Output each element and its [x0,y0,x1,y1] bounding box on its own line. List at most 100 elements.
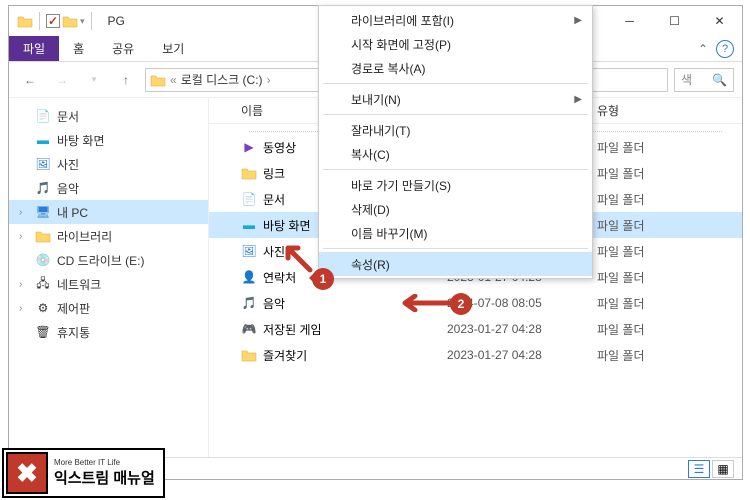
thumbnails-view-button[interactable]: ▦ [712,460,734,478]
close-button[interactable]: ✕ [697,6,742,36]
ctx-create-shortcut[interactable]: 바로 가기 만들기(S) [319,173,592,197]
menu-separator [323,169,588,170]
maximize-button[interactable]: ☐ [652,6,697,36]
sidebar-item-network[interactable]: › 🖧 네트워크 [9,272,208,296]
ctx-label: 라이브러리에 포함(I) [351,12,454,29]
video-icon: ▶ [241,140,257,154]
file-name: 바탕 화면 [263,217,311,234]
file-date: 2023-01-27 04:28 [447,322,597,336]
music-icon: 🎵 [35,181,51,195]
pc-icon: 🖥 [35,205,51,219]
ctx-label: 바로 가기 만들기(S) [351,177,451,194]
ctx-rename[interactable]: 이름 바꾸기(M) [319,221,592,245]
expand-icon[interactable]: › [19,303,22,314]
sidebar-item-label: 라이브러리 [57,228,112,245]
pictures-icon: 🖼 [241,244,257,258]
ctx-send-to[interactable]: 보내기(N) ▶ [319,87,592,111]
file-type: 파일 폴더 [597,139,677,156]
file-row[interactable]: 즐겨찾기 2023-01-27 04:28 파일 폴더 [209,342,742,368]
file-type: 파일 폴더 [597,347,677,364]
music-icon: 🎵 [241,296,257,310]
search-input[interactable]: 색 🔍 [674,68,734,92]
separator [39,12,40,30]
sidebar-item-label: 문서 [57,108,79,125]
file-name: 저장된 게임 [263,321,322,338]
sidebar-item-recyclebin[interactable]: 🗑 휴지통 [9,320,208,344]
folder-icon [150,73,166,87]
folder-icon [17,14,33,28]
file-name: 즐겨찾기 [263,347,307,364]
file-row[interactable]: 🎵음악 2024-07-08 08:05 파일 폴더 [209,290,742,316]
sidebar-item-label: 휴지통 [57,324,90,341]
ctx-pin-start[interactable]: 시작 화면에 고정(P) [319,32,592,56]
logo-title: 익스트림 매뉴얼 [54,467,155,488]
ctx-label: 이름 바꾸기(M) [351,225,428,242]
sidebar-item-label: 내 PC [57,204,88,221]
sidebar: 📄 문서 ▬ 바탕 화면 🖼 사진 🎵 음악 › 🖥 내 PC › [9,98,209,457]
file-name: 동영상 [263,139,296,156]
sidebar-item-thispc[interactable]: › 🖥 내 PC [9,200,208,224]
ctx-cut[interactable]: 잘라내기(T) [319,118,592,142]
search-placeholder: 색 [681,71,692,88]
column-type[interactable]: 유형 [597,102,677,119]
dropdown-icon[interactable]: ▾ [80,16,85,27]
trash-icon: 🗑 [35,325,51,339]
forward-button[interactable]: → [49,67,75,93]
sidebar-item-desktop[interactable]: ▬ 바탕 화면 [9,128,208,152]
chevron-icon[interactable]: « [170,73,177,87]
contacts-icon: 👤 [241,270,257,284]
ctx-label: 복사(C) [351,146,390,163]
ctx-label: 속성(R) [351,256,390,273]
folder-icon [62,14,78,28]
sidebar-item-cddrive[interactable]: 💿 CD 드라이브 (E:) [9,248,208,272]
chevron-right-icon[interactable]: › [267,73,271,87]
folder-icon [241,166,257,180]
menu-separator [323,248,588,249]
expand-icon[interactable]: › [19,207,22,218]
tab-home[interactable]: 홈 [59,36,98,61]
ctx-delete[interactable]: 삭제(D) [319,197,592,221]
up-button[interactable]: ↑ [113,67,139,93]
chevron-up-icon[interactable]: ⌃ [694,42,712,56]
minimize-button[interactable]: ─ [607,6,652,36]
file-row[interactable]: 🎮 저장된 게임 2023-01-27 04:28 파일 폴더 [209,316,742,342]
sidebar-item-label: 바탕 화면 [57,132,105,149]
expand-icon[interactable]: › [19,279,22,290]
network-icon: 🖧 [35,277,51,291]
ctx-copy-path[interactable]: 경로로 복사(A) [319,56,592,80]
expand-icon[interactable]: › [19,231,22,242]
file-date: 2023-01-27 04:28 [447,348,597,362]
annotation-badge-2: 2 [450,293,472,315]
ctx-label: 삭제(D) [351,201,390,218]
file-type: 파일 폴더 [597,269,677,286]
tab-file[interactable]: 파일 [9,36,59,61]
file-type: 파일 폴더 [597,217,677,234]
history-dropdown[interactable]: ▾ [81,67,107,93]
control-panel-icon: ⚙ [35,301,51,315]
sidebar-item-documents[interactable]: 📄 문서 [9,104,208,128]
ctx-copy[interactable]: 복사(C) [319,142,592,166]
ctx-label: 보내기(N) [351,91,401,108]
annotation-badge-1: 1 [312,268,334,290]
ctx-properties[interactable]: 속성(R) [319,252,592,276]
search-icon[interactable]: 🔍 [712,73,727,87]
tab-share[interactable]: 공유 [98,36,148,61]
logo-subtitle: More Better IT Life [54,458,155,467]
path-segment[interactable]: 로컬 디스크 (C:) [181,71,263,88]
ctx-include-library[interactable]: 라이브러리에 포함(I)▶ [319,8,592,32]
details-view-button[interactable]: ☰ [688,460,710,478]
file-type: 파일 폴더 [597,243,677,260]
games-icon: 🎮 [241,322,257,336]
help-icon[interactable]: ? [716,40,734,58]
back-button[interactable]: ← [17,67,43,93]
submenu-arrow-icon: ▶ [574,94,582,105]
file-name: 문서 [263,191,285,208]
tab-view[interactable]: 보기 [148,36,198,61]
sidebar-item-pictures[interactable]: 🖼 사진 [9,152,208,176]
sidebar-item-libraries[interactable]: › 라이브러리 [9,224,208,248]
file-type: 파일 폴더 [597,321,677,338]
sidebar-item-controlpanel[interactable]: › ⚙ 제어판 [9,296,208,320]
checkbox-icon[interactable]: ✓ [46,14,60,28]
ctx-label: 잘라내기(T) [351,122,410,139]
sidebar-item-music[interactable]: 🎵 음악 [9,176,208,200]
